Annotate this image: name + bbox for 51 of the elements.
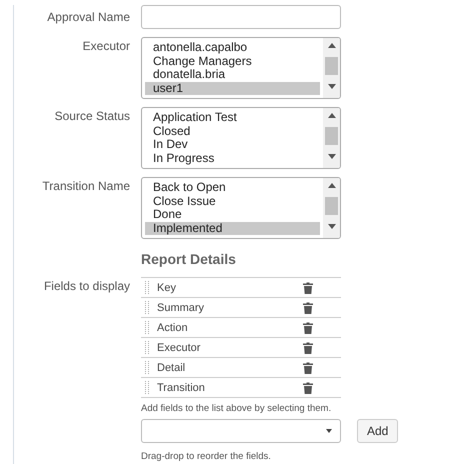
list-option[interactable]: Implemented bbox=[145, 222, 320, 235]
trash-icon[interactable] bbox=[303, 362, 313, 374]
scroll-thumb[interactable] bbox=[325, 127, 338, 145]
trash-icon[interactable] bbox=[303, 382, 313, 394]
list-option[interactable]: Closed bbox=[145, 124, 320, 138]
list-option[interactable]: Done bbox=[145, 208, 320, 222]
add-button[interactable]: Add bbox=[357, 419, 398, 443]
caret-icon bbox=[326, 429, 332, 433]
list-option[interactable]: donatella.bria bbox=[145, 68, 320, 82]
list-option[interactable]: Close Issue bbox=[145, 194, 320, 208]
scroll-down-icon[interactable] bbox=[328, 154, 336, 159]
field-name: Transition bbox=[157, 382, 206, 394]
scroll-down-icon[interactable] bbox=[328, 84, 336, 89]
field-label: Source Status bbox=[54, 108, 130, 125]
field-label: Approval Name bbox=[46, 9, 130, 26]
scroll-thumb[interactable] bbox=[325, 57, 338, 75]
approval-name-field[interactable] bbox=[141, 5, 341, 29]
list-option[interactable]: Back to Open bbox=[145, 181, 320, 194]
field-label: Fields to display bbox=[42, 278, 130, 295]
list-box[interactable]: antonella.capalbo Change Managers donatella.bria user1 bbox=[141, 37, 341, 99]
field-select[interactable] bbox=[141, 419, 341, 443]
scrollbar[interactable] bbox=[323, 38, 340, 98]
scrollbar[interactable] bbox=[323, 178, 340, 238]
scrollbar[interactable] bbox=[323, 108, 340, 168]
list-box[interactable]: Application Test Closed In Dev In Progress bbox=[141, 107, 341, 169]
trash-icon[interactable] bbox=[303, 322, 313, 334]
list-box[interactable]: Back to Open Close Issue Done Implemented bbox=[141, 177, 341, 239]
trash-icon[interactable] bbox=[303, 282, 313, 294]
field-name: Executor bbox=[157, 342, 202, 354]
field-label: Transition Name bbox=[41, 178, 130, 195]
list-option[interactable]: In Dev bbox=[145, 138, 320, 152]
scroll-up-icon[interactable] bbox=[328, 183, 336, 188]
field-label: Executor bbox=[82, 38, 130, 55]
help-text: Add fields to the list above by selecting them. bbox=[141, 403, 332, 414]
section-heading: Report Details bbox=[141, 251, 237, 267]
field-name: Key bbox=[157, 282, 177, 294]
scroll-down-icon[interactable] bbox=[328, 224, 336, 229]
help-text: Drag-drop to reorder the fields. bbox=[141, 451, 272, 462]
field-name: Summary bbox=[157, 302, 206, 314]
scroll-thumb[interactable] bbox=[325, 197, 338, 215]
list-option[interactable]: Change Managers bbox=[145, 54, 320, 68]
field-name: Action bbox=[157, 322, 189, 334]
scroll-up-icon[interactable] bbox=[328, 113, 336, 118]
trash-icon[interactable] bbox=[303, 342, 313, 354]
list-option[interactable]: user1 bbox=[145, 82, 320, 95]
list-option[interactable]: Application Test bbox=[145, 111, 320, 124]
scroll-up-icon[interactable] bbox=[328, 43, 336, 48]
list-option[interactable]: In Progress bbox=[145, 152, 320, 165]
trash-icon[interactable] bbox=[303, 302, 313, 314]
field-name: Detail bbox=[157, 362, 186, 374]
list-option[interactable]: antonella.capalbo bbox=[145, 41, 320, 54]
